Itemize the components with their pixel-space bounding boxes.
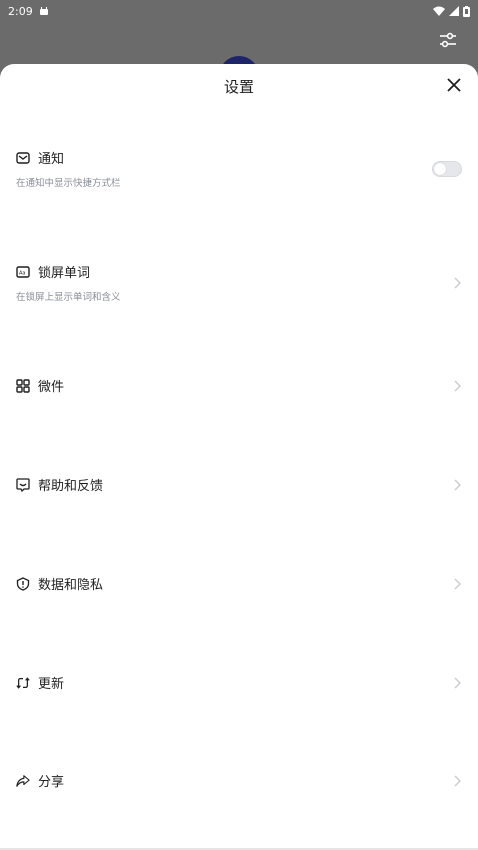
row-line: 分享 xyxy=(16,771,64,790)
sheet-title: 设置 xyxy=(223,77,254,96)
notifications-toggle[interactable] xyxy=(432,160,462,177)
setting-row-help[interactable]: 帮助和反馈 xyxy=(0,475,478,494)
status-left: 2:09 xyxy=(8,5,49,18)
row-line: 更新 xyxy=(16,673,64,692)
battery-icon xyxy=(463,5,470,17)
share-label: 分享 xyxy=(38,775,65,790)
grid-icon xyxy=(16,378,30,393)
sliders-icon xyxy=(439,32,457,52)
lockscreen-label: 锁屏单词 xyxy=(38,266,91,281)
chevron-right-icon xyxy=(452,380,462,392)
wifi-icon xyxy=(433,6,445,16)
close-icon xyxy=(447,77,461,96)
notifications-label: 通知 xyxy=(38,152,65,167)
close-button[interactable] xyxy=(444,76,464,96)
row-main: Aa 锁屏单词 在锁屏上显示单词和含义 xyxy=(16,262,121,303)
svg-text:Aa: Aa xyxy=(19,270,25,276)
chevron-right-icon xyxy=(452,677,462,689)
sheet-header: 设置 xyxy=(0,64,478,108)
widgets-label: 微件 xyxy=(38,380,65,395)
setting-row-share[interactable]: 分享 xyxy=(0,771,478,790)
update-label: 更新 xyxy=(38,677,65,692)
chevron-right-icon xyxy=(452,578,462,590)
row-line: 微件 xyxy=(16,376,64,395)
shield-alert-icon xyxy=(16,576,30,591)
setting-row-widgets[interactable]: 微件 xyxy=(0,376,478,395)
toggle-knob xyxy=(434,162,446,175)
chat-bubble-icon xyxy=(16,477,30,492)
row-line: 帮助和反馈 xyxy=(16,475,103,494)
filter-button[interactable] xyxy=(438,32,458,52)
setting-row-notifications[interactable]: 通知 在通知中显示快捷方式栏 xyxy=(0,148,478,189)
lockscreen-subtitle: 在锁屏上显示单词和含义 xyxy=(16,292,121,303)
row-line: 通知 xyxy=(16,148,121,167)
android-icon xyxy=(39,6,49,16)
row-line: Aa 锁屏单词 xyxy=(16,262,121,281)
signal-icon xyxy=(449,6,459,16)
chevron-right-icon xyxy=(452,775,462,787)
status-right xyxy=(433,5,470,17)
mail-icon xyxy=(16,151,30,165)
notifications-subtitle: 在通知中显示快捷方式栏 xyxy=(16,178,121,189)
setting-row-privacy[interactable]: 数据和隐私 xyxy=(0,574,478,593)
text-box-icon: Aa xyxy=(16,265,30,279)
sync-icon xyxy=(16,676,30,690)
setting-row-update[interactable]: 更新 xyxy=(0,673,478,692)
status-time: 2:09 xyxy=(8,4,33,18)
status-bar: 2:09 xyxy=(0,0,478,22)
row-line: 数据和隐私 xyxy=(16,574,103,593)
row-main: 通知 在通知中显示快捷方式栏 xyxy=(16,148,121,189)
privacy-label: 数据和隐私 xyxy=(38,578,104,593)
help-label: 帮助和反馈 xyxy=(38,479,104,494)
settings-sheet: 设置 通知 在通知中显示快捷方式栏 Aa 锁屏单词 在锁屏上显示单词和含义 微件… xyxy=(0,64,478,850)
share-arrow-icon xyxy=(16,774,30,788)
chevron-right-icon xyxy=(452,479,462,491)
chevron-right-icon xyxy=(452,277,462,289)
setting-row-lockscreen[interactable]: Aa 锁屏单词 在锁屏上显示单词和含义 xyxy=(0,262,478,303)
